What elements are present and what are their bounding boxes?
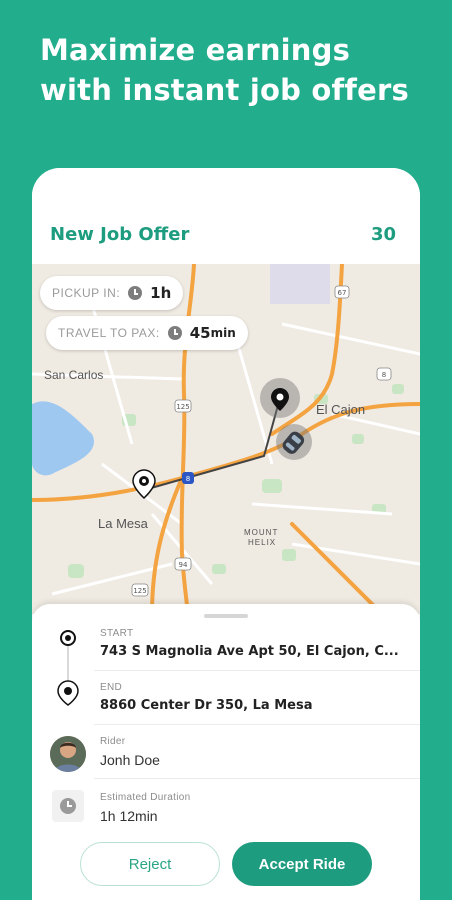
svg-text:8: 8 (186, 475, 190, 483)
svg-text:125: 125 (176, 403, 189, 411)
svg-text:94: 94 (179, 561, 188, 569)
destination-pin-icon (132, 469, 156, 500)
start-label: START (100, 628, 134, 639)
route-line (143, 397, 281, 491)
clock-icon (128, 286, 143, 300)
divider (94, 724, 420, 725)
end-label: END (100, 682, 123, 693)
park-areas (68, 324, 404, 578)
clock-icon (60, 798, 76, 814)
pickup-eta-pill: PICKUP IN: 1h (40, 276, 184, 310)
start-address: 743 S Magnolia Ave Apt 50, El Cajon, C..… (100, 644, 399, 659)
svg-text:67: 67 (338, 289, 347, 297)
end-address: 8860 Center Dr 350, La Mesa (100, 698, 313, 713)
rider-name: Jonh Doe (100, 752, 160, 768)
travel-time-pill: TRAVEL TO PAX: 45 min (46, 316, 248, 350)
duration-label: Estimated Duration (100, 792, 191, 803)
start-pin-icon (58, 628, 78, 648)
clock-icon (167, 326, 182, 340)
lake-area (32, 401, 94, 476)
shield-8-west: 8 (182, 472, 194, 484)
shield-8-east: 8 (376, 367, 392, 381)
travel-time-unit: min (210, 326, 236, 340)
shield-125-south: 125 (131, 583, 149, 597)
map-label-san-carlos: San Carlos (44, 368, 104, 382)
shield-94: 94 (174, 557, 192, 571)
countdown-timer: 30 (370, 224, 396, 245)
svg-text:8: 8 (382, 371, 386, 379)
duration-icon-box (52, 790, 84, 822)
rider-label: Rider (100, 736, 126, 747)
sheet-drag-handle[interactable] (204, 614, 248, 618)
shield-67: 67 (334, 285, 350, 299)
accept-ride-button[interactable]: Accept Ride (232, 842, 372, 886)
travel-time-label: TRAVEL TO PAX: (58, 326, 160, 340)
travel-time-value: 45 (189, 324, 211, 342)
job-details-sheet: START 743 S Magnolia Ave Apt 50, El Cajo… (32, 604, 420, 900)
map-label-el-cajon: El Cajon (316, 402, 366, 417)
map-label-mount: MOUNT (244, 528, 279, 537)
phone-frame: New Job Offer 30 67 8 125 94 8 125 San C… (32, 168, 420, 900)
map-label-helix: HELIX (248, 538, 277, 547)
job-offer-header: New Job Offer 30 (32, 168, 420, 264)
reject-button[interactable]: Reject (80, 842, 220, 886)
promo-headline: Maximize earnings with instant job offer… (40, 30, 440, 110)
shield-125-north: 125 (174, 399, 192, 413)
page-title: New Job Offer (50, 224, 190, 245)
duration-value: 1h 12min (100, 808, 158, 824)
map-label-la-mesa: La Mesa (98, 516, 148, 531)
airfield-area (270, 264, 330, 304)
divider (94, 670, 420, 671)
pickup-eta-label: PICKUP IN: (52, 286, 121, 300)
end-pin-icon (57, 680, 79, 706)
route-map[interactable]: 67 8 125 94 8 125 San Carlos El Cajon La… (32, 264, 420, 614)
headline-line-1: Maximize earnings (40, 33, 351, 67)
headline-line-2: with instant job offers (40, 73, 409, 107)
divider (94, 778, 420, 779)
avatar (50, 736, 86, 772)
pickup-eta-value: 1h (150, 284, 172, 302)
svg-text:125: 125 (133, 587, 146, 595)
